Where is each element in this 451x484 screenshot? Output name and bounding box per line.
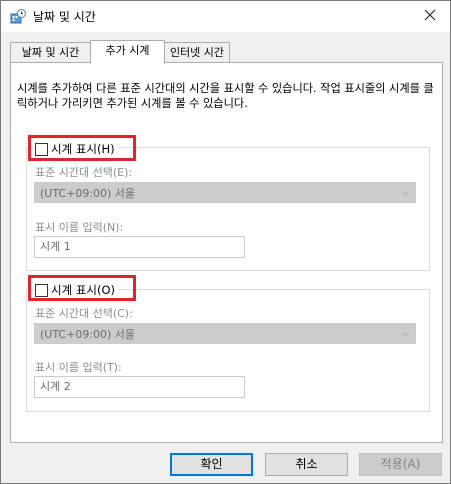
clock2-show-label: 시계 표시(O) <box>51 283 115 297</box>
clock2-name-label: 표시 이름 입력(T): <box>35 361 122 374</box>
title-bar: 날짜 및 시간 <box>1 1 450 32</box>
window-title: 날짜 및 시간 <box>33 10 96 24</box>
clock1-name-field[interactable]: 시계 1 <box>34 236 245 258</box>
clock1-name-label: 표시 이름 입력(N): <box>35 221 124 234</box>
clock2-timezone-label: 표준 시간대 선택(C): <box>35 307 133 320</box>
ok-button[interactable]: 확인 <box>170 453 253 476</box>
description-text: 시계를 추가하여 다른 표준 시간대의 시간을 표시할 수 있습니다. 작업 표… <box>17 82 434 110</box>
chevron-down-icon: ⌵ <box>402 329 409 339</box>
clock2-timezone-select[interactable]: (UTC+09:00) 서울 ⌵ <box>34 323 416 344</box>
clock1-timezone-label: 표준 시간대 선택(E): <box>35 166 133 179</box>
tab-date-time[interactable]: 날짜 및 시간 <box>10 42 91 63</box>
close-icon <box>424 9 436 24</box>
checkbox-box <box>35 283 48 297</box>
clock1-timezone-value: (UTC+09:00) 서울 <box>40 187 136 200</box>
close-button[interactable] <box>410 1 450 32</box>
checkbox-box <box>35 142 48 156</box>
clock2-timezone-value: (UTC+09:00) 서울 <box>40 328 136 341</box>
chevron-down-icon: ⌵ <box>402 188 409 198</box>
clock2-show-checkbox[interactable]: 시계 표시(O) <box>35 282 118 298</box>
clock1-show-label: 시계 표시(H) <box>51 142 115 156</box>
date-time-dialog: 날짜 및 시간 날짜 및 시간 추가 시계 인터넷 시간 시계를 추가하여 다른… <box>0 0 451 484</box>
clock-settings-icon <box>10 9 26 25</box>
clock2-name-field[interactable]: 시계 2 <box>34 376 245 398</box>
tab-additional-clocks[interactable]: 추가 시계 <box>90 40 165 64</box>
cancel-button[interactable]: 취소 <box>265 453 348 476</box>
clock1-show-checkbox[interactable]: 시계 표시(H) <box>35 141 118 157</box>
clock1-timezone-select[interactable]: (UTC+09:00) 서울 ⌵ <box>34 182 416 203</box>
tab-internet-time[interactable]: 인터넷 시간 <box>164 42 230 63</box>
apply-button[interactable]: 적용(A) <box>359 453 442 476</box>
